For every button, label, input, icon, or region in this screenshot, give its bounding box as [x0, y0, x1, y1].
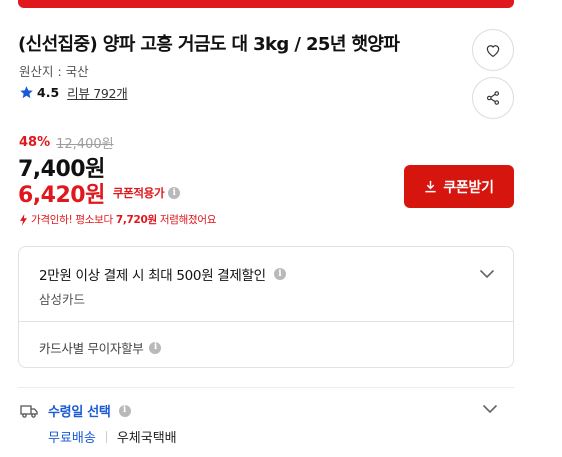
installment-info: 카드사별 무이자할부 i	[39, 338, 162, 357]
coupon-download-button[interactable]: 쿠폰받기	[404, 165, 514, 208]
card-benefit-title: 2만원 이상 결제 시 최대 500원 결제할인 i	[39, 264, 286, 284]
review-count-link[interactable]: 리뷰 792개	[67, 83, 128, 102]
chevron-down-icon[interactable]	[479, 269, 495, 279]
info-icon[interactable]: i	[273, 268, 286, 280]
divider	[105, 430, 107, 443]
price-drop-notice: 가격인하! 평소보다 7,720원 저렴해졌어요	[18, 212, 216, 227]
heart-icon	[486, 45, 500, 58]
share-button[interactable]	[472, 77, 514, 119]
chevron-down-icon[interactable]	[482, 404, 498, 414]
divider	[19, 321, 513, 322]
top-banner-edge	[18, 0, 514, 8]
rating-row: 4.5 리뷰 792개	[19, 83, 128, 102]
download-icon	[425, 180, 436, 193]
delivery-row[interactable]: 수령일 선택 i	[20, 401, 131, 420]
coupon-price-row: 6,420원 쿠폰적용가 i	[18, 177, 181, 209]
truck-icon	[20, 404, 38, 418]
card-name: 삼성카드	[39, 292, 86, 307]
product-title: (신선집중) 양파 고흥 거금도 대 3kg / 25년 햇양파	[18, 34, 400, 55]
price-down-icon	[20, 213, 27, 226]
info-icon[interactable]: i	[149, 341, 162, 354]
info-icon[interactable]: i	[118, 404, 131, 417]
star-icon	[20, 86, 33, 99]
delivery-date-select[interactable]: 수령일 선택	[48, 401, 111, 420]
origin-info: 원산지 : 국산	[19, 64, 89, 79]
section-divider	[18, 387, 514, 388]
free-shipping-label: 무료배송	[48, 431, 96, 446]
card-benefit-box: 2만원 이상 결제 시 최대 500원 결제할인 i 삼성카드 카드사별 무이자…	[18, 246, 514, 368]
price-drop-amount: 7,720원	[115, 214, 157, 226]
original-price: 12,400원	[56, 137, 114, 152]
share-icon	[486, 91, 500, 105]
discount-rate: 48%	[19, 135, 51, 150]
installment-text: 카드사별 무이자할부	[39, 341, 144, 356]
rating-score: 4.5	[37, 85, 60, 100]
card-benefit-text: 2만원 이상 결제 시 최대 500원 결제할인	[39, 268, 266, 284]
coupon-price: 6,420원	[18, 183, 105, 208]
coupon-price-label: 쿠폰적용가	[112, 186, 165, 200]
discount-row: 48% 12,400원	[19, 133, 114, 152]
price-drop-suffix: 저렴해졌어요	[159, 214, 217, 226]
coupon-button-label: 쿠폰받기	[443, 179, 494, 196]
info-icon[interactable]: i	[168, 187, 181, 199]
price-drop-prefix: 가격인하! 평소보다	[31, 214, 113, 226]
delivery-detail: 무료배송 우체국택배	[48, 427, 177, 446]
carrier-name: 우체국택배	[116, 431, 177, 446]
wishlist-button[interactable]	[472, 29, 514, 71]
